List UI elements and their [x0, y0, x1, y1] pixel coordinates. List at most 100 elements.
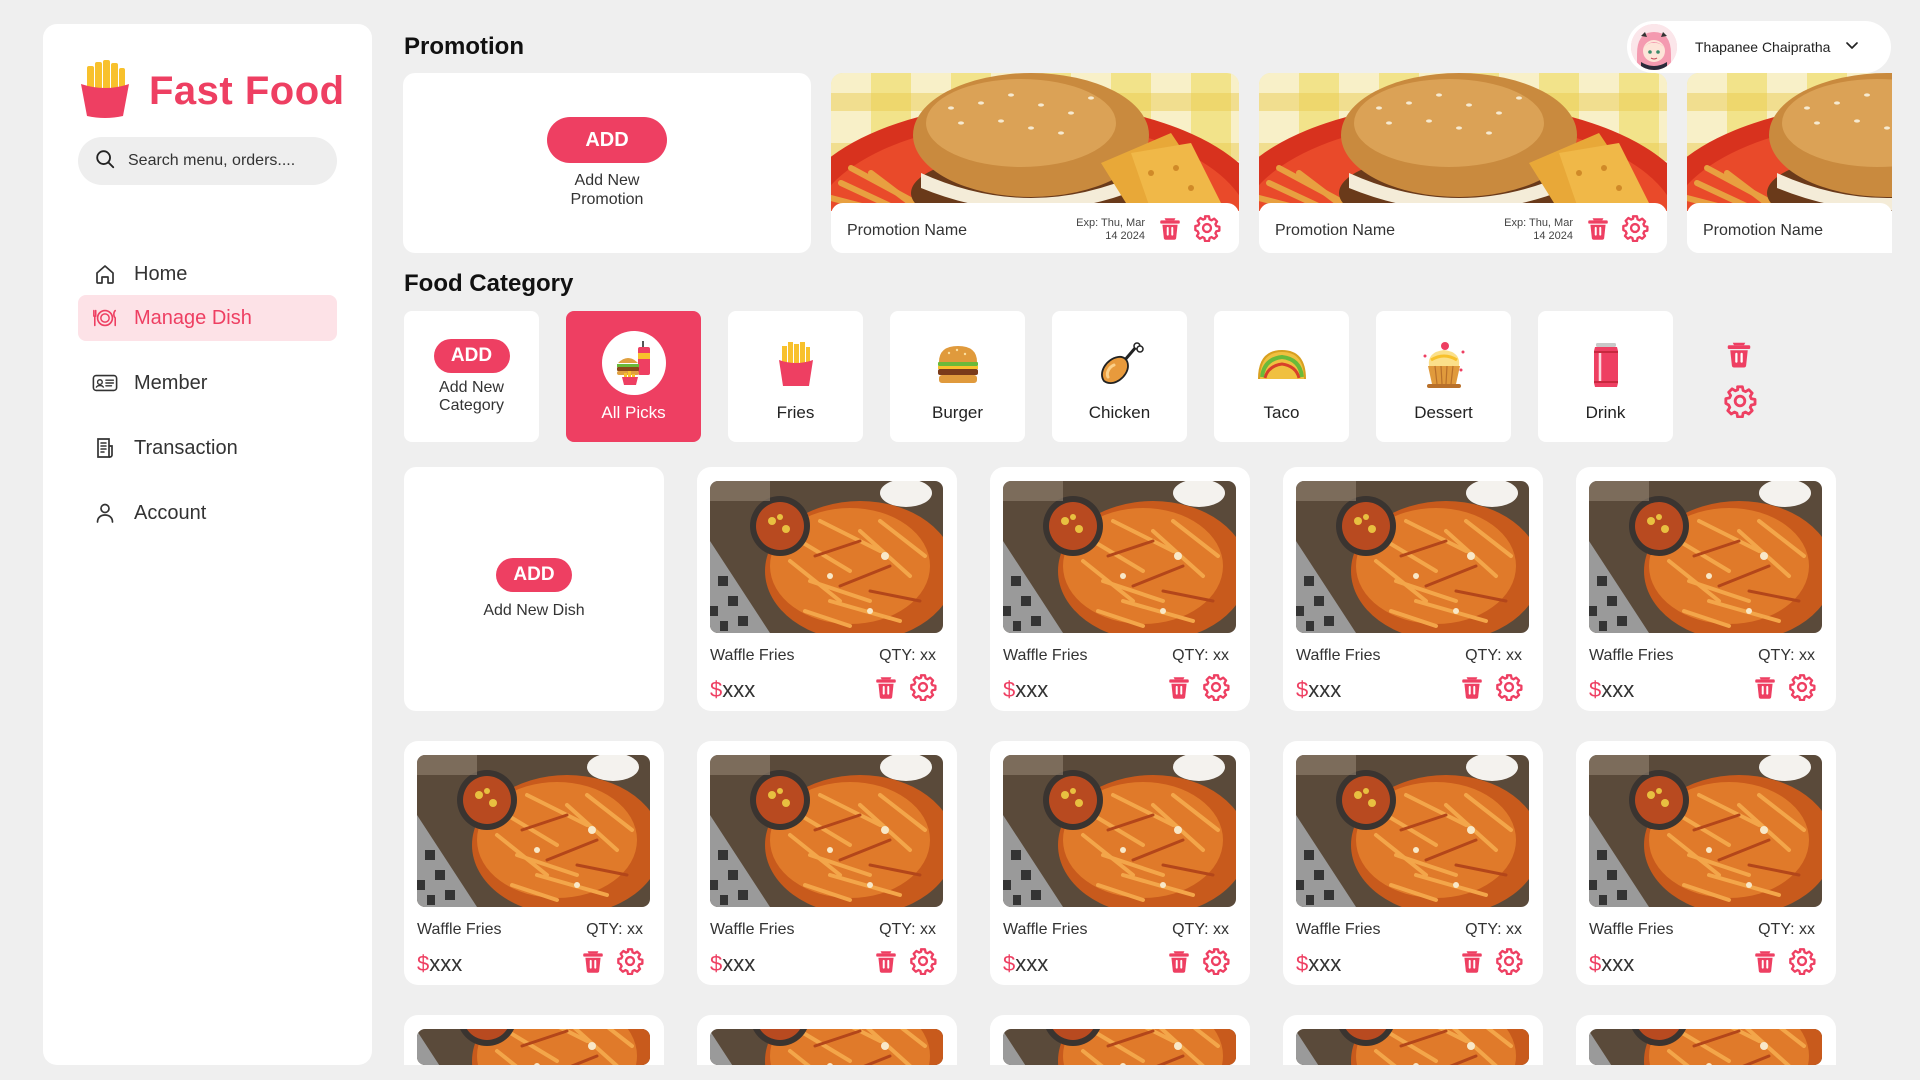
trash-icon[interactable]	[580, 947, 606, 975]
trash-icon[interactable]	[1459, 673, 1485, 701]
waffle-fries-photo	[1003, 1029, 1236, 1065]
dish-card[interactable]: Waffle Fries QTY: xx $xxx	[1283, 741, 1543, 985]
add-dish-card: ADD Add New Dish	[404, 467, 664, 711]
brand-name: Fast Food	[149, 69, 345, 113]
promotion-card[interactable]: Promotion Name	[1687, 73, 1892, 253]
dish-qty: QTY: xx	[1758, 647, 1815, 664]
promotion-card[interactable]: Promotion Name Exp: Thu, Mar 14 2024	[1259, 73, 1667, 253]
dish-card[interactable]	[1283, 1015, 1543, 1065]
category-label: Drink	[1585, 403, 1626, 422]
dish-name: Waffle Fries	[710, 647, 795, 664]
dish-card[interactable]: Waffle Fries QTY: xx $xxx	[1576, 467, 1836, 711]
category-label: Chicken	[1088, 403, 1151, 422]
category-drink[interactable]: Drink	[1538, 311, 1673, 442]
gear-icon[interactable]	[1193, 214, 1221, 242]
dish-card[interactable]: Waffle Fries QTY: xx $xxx	[990, 741, 1250, 985]
trash-icon[interactable]	[1166, 947, 1192, 975]
trash-icon[interactable]	[873, 947, 899, 975]
sidebar-item-manage-dish[interactable]: Manage Dish	[78, 295, 337, 341]
gear-icon[interactable]	[1495, 947, 1523, 975]
dish-card[interactable]	[1576, 1015, 1836, 1065]
cupcake-icon	[1414, 335, 1474, 395]
add-category-button[interactable]: ADD	[433, 338, 510, 373]
gear-icon[interactable]	[909, 673, 937, 701]
trash-icon[interactable]	[1459, 947, 1485, 975]
sidebar-item-account[interactable]: Account	[78, 490, 337, 536]
gear-icon[interactable]	[1788, 947, 1816, 975]
waffle-fries-photo	[1003, 755, 1236, 907]
burger-photo	[831, 73, 1239, 211]
dish-card[interactable]	[990, 1015, 1250, 1065]
dish-card[interactable]: Waffle Fries QTY: xx $xxx	[990, 467, 1250, 711]
add-category-label: Add New Category	[439, 378, 504, 414]
dish-qty: QTY: xx	[879, 647, 936, 664]
dish-name: Waffle Fries	[1589, 647, 1674, 664]
waffle-fries-photo	[1296, 755, 1529, 907]
category-label: Dessert	[1414, 403, 1473, 422]
gear-icon[interactable]	[1495, 673, 1523, 701]
trash-icon[interactable]	[1724, 338, 1754, 370]
food-category-title: Food Category	[404, 270, 574, 297]
dish-card[interactable]	[697, 1015, 957, 1065]
waffle-fries-photo	[1296, 1029, 1529, 1065]
search-bar[interactable]	[78, 137, 337, 185]
chevron-down-icon[interactable]	[1844, 37, 1860, 58]
dish-qty: QTY: xx	[586, 921, 643, 938]
dish-name: Waffle Fries	[1589, 921, 1674, 938]
dish-card[interactable]	[404, 1015, 664, 1065]
gear-icon[interactable]	[909, 947, 937, 975]
dish-qty: QTY: xx	[1172, 921, 1229, 938]
dish-price: $xxx	[1003, 677, 1049, 702]
category-taco[interactable]: Taco	[1214, 311, 1349, 442]
category-fries[interactable]: Fries	[728, 311, 863, 442]
add-promotion-button[interactable]: ADD	[547, 117, 667, 163]
category-chicken[interactable]: Chicken	[1052, 311, 1187, 442]
sidebar-item-home[interactable]: Home	[78, 251, 337, 297]
waffle-fries-photo	[417, 1029, 650, 1065]
dish-card[interactable]: Waffle Fries QTY: xx $xxx	[1283, 467, 1543, 711]
waffle-fries-photo	[1296, 481, 1529, 633]
gear-icon[interactable]	[616, 947, 644, 975]
dish-name: Waffle Fries	[417, 921, 502, 938]
gear-icon[interactable]	[1202, 947, 1230, 975]
avatar	[1631, 24, 1677, 70]
category-label: All Picks	[601, 403, 666, 422]
add-promotion-card: ADD Add New Promotion	[403, 73, 811, 253]
waffle-fries-photo	[710, 1029, 943, 1065]
sidebar-item-transaction[interactable]: Transaction	[78, 425, 337, 471]
sidebar-item-label: Account	[134, 501, 207, 524]
trash-icon[interactable]	[1157, 214, 1183, 242]
gear-icon[interactable]	[1621, 214, 1649, 242]
taco-icon	[1252, 335, 1312, 395]
receipt-icon	[92, 435, 118, 461]
sidebar: Fast Food Home Manage Dish Member	[43, 24, 372, 1065]
member-card-icon	[92, 370, 118, 396]
gear-icon[interactable]	[1202, 673, 1230, 701]
sidebar-item-member[interactable]: Member	[78, 360, 337, 406]
dish-card[interactable]: Waffle Fries QTY: xx $xxx	[1576, 741, 1836, 985]
dish-qty: QTY: xx	[1465, 647, 1522, 664]
category-all-picks[interactable]: All Picks	[566, 311, 701, 442]
search-input[interactable]	[128, 152, 328, 170]
promotion-card[interactable]: Promotion Name Exp: Thu, Mar 14 2024	[831, 73, 1239, 253]
dish-name: Waffle Fries	[1296, 647, 1381, 664]
dish-card[interactable]: Waffle Fries QTY: xx $xxx	[697, 741, 957, 985]
trash-icon[interactable]	[873, 673, 899, 701]
brand-logo[interactable]: Fast Food	[79, 60, 345, 123]
dish-price: $xxx	[1296, 951, 1342, 976]
promotion-footer: Promotion Name	[1687, 203, 1892, 253]
add-dish-button[interactable]: ADD	[496, 558, 572, 592]
trash-icon[interactable]	[1166, 673, 1192, 701]
trash-icon[interactable]	[1752, 673, 1778, 701]
category-dessert[interactable]: Dessert	[1376, 311, 1511, 442]
dish-card[interactable]: Waffle Fries QTY: xx $xxx	[697, 467, 957, 711]
trash-icon[interactable]	[1752, 947, 1778, 975]
dish-qty: QTY: xx	[1172, 647, 1229, 664]
category-burger[interactable]: Burger	[890, 311, 1025, 442]
dish-card[interactable]: Waffle Fries QTY: xx $xxx	[404, 741, 664, 985]
dish-qty: QTY: xx	[879, 921, 936, 938]
user-profile-menu[interactable]: Thapanee Chaipratha	[1627, 21, 1891, 73]
gear-icon[interactable]	[1723, 384, 1757, 418]
trash-icon[interactable]	[1585, 214, 1611, 242]
gear-icon[interactable]	[1788, 673, 1816, 701]
